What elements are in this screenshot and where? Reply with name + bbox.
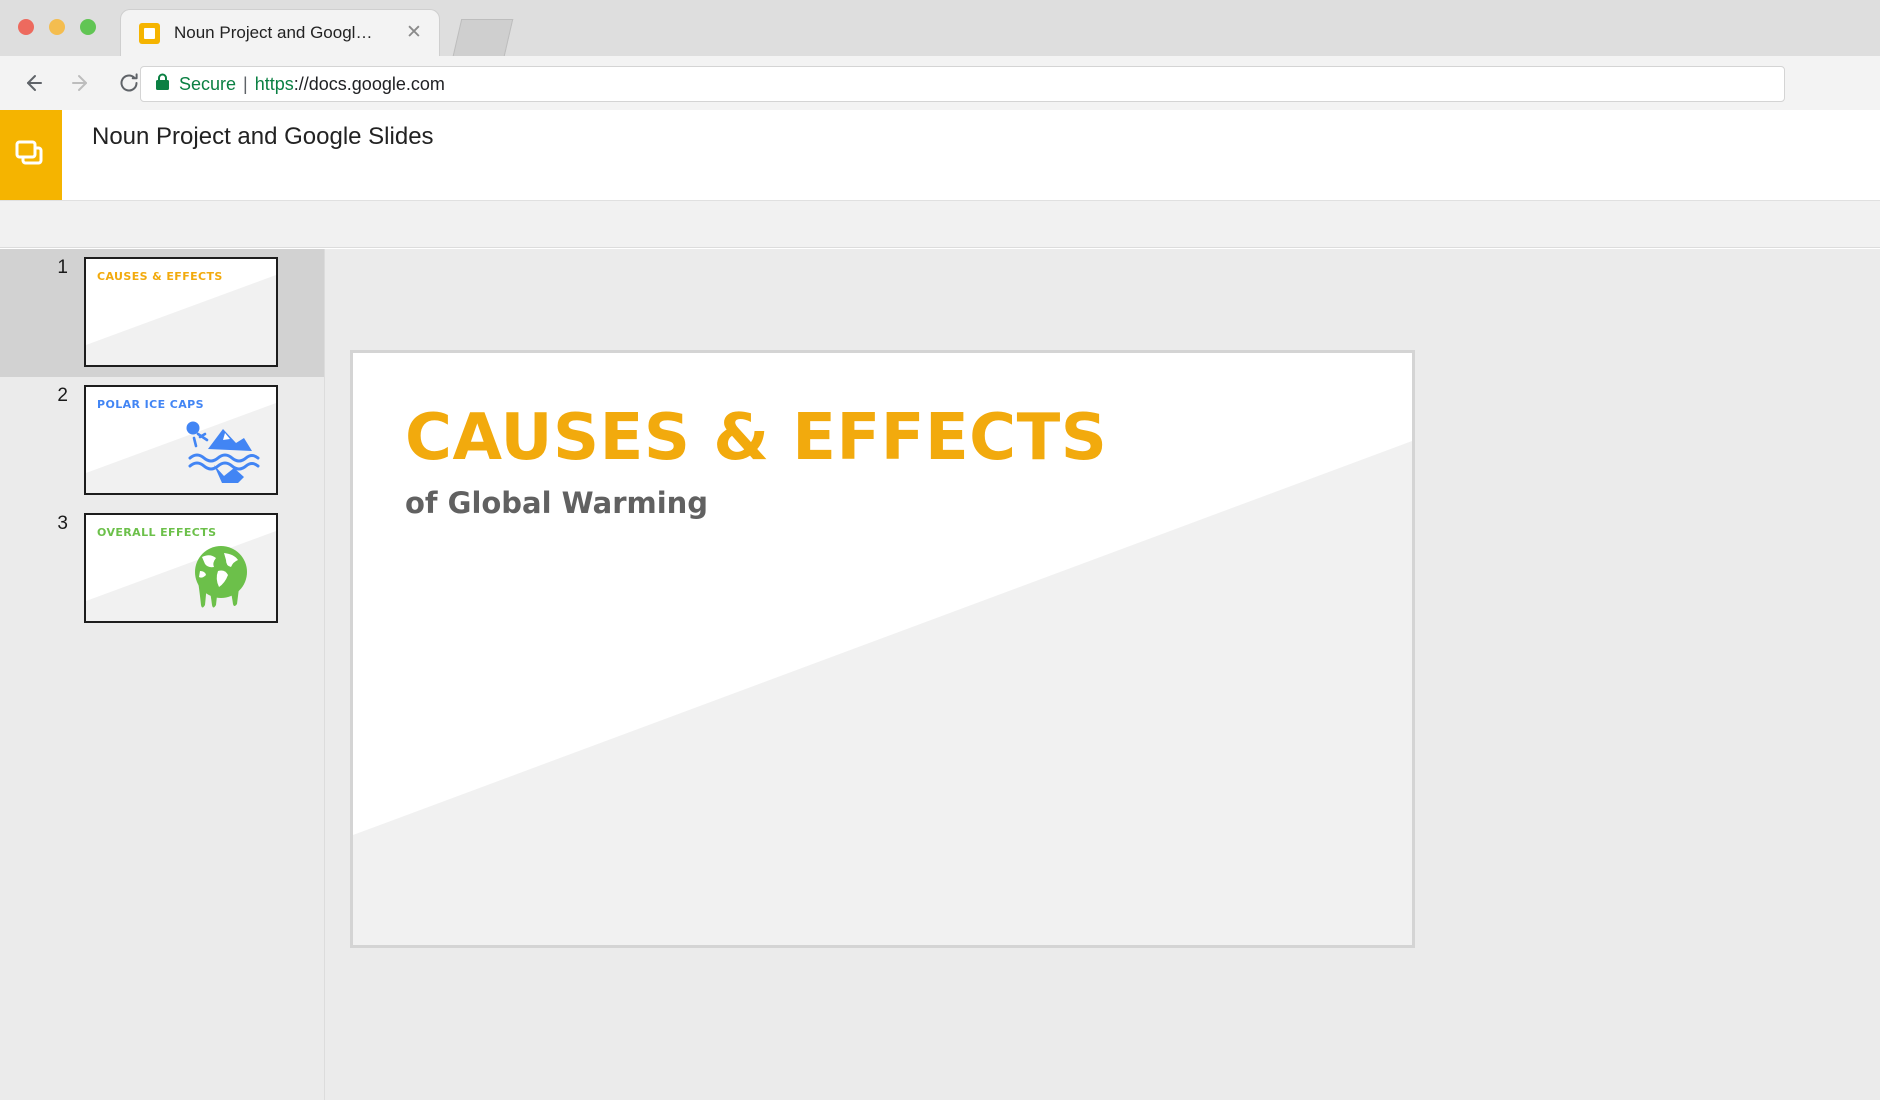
filmstrip-slide-3[interactable]: 3 OVERALL EFFECTS [0, 505, 324, 633]
minimize-window-button[interactable] [49, 19, 65, 35]
forward-button[interactable] [64, 66, 98, 100]
slide-subtitle[interactable]: of Global Warming [405, 486, 708, 520]
editor-toolbar[interactable] [0, 200, 1880, 248]
url-separator: | [243, 73, 248, 94]
slide-thumbnail[interactable]: POLAR ICE CAPS [84, 385, 278, 495]
window-controls [18, 19, 96, 35]
slide-canvas[interactable]: CAUSES & EFFECTS of Global Warming [350, 350, 1415, 948]
tab-strip: Noun Project and Google Slides ✕ [0, 0, 1880, 56]
slides-app-icon[interactable] [0, 110, 62, 200]
slide-thumbnail-title: OVERALL EFFECTS [97, 526, 217, 539]
tab-title: Noun Project and Google Slides [174, 23, 374, 42]
close-window-button[interactable] [18, 19, 34, 35]
slide-thumbnail[interactable]: CAUSES & EFFECTS [84, 257, 278, 367]
melting-globe-icon-wrapper [178, 541, 264, 613]
iceberg-icon-wrapper [178, 413, 264, 485]
browser-window: Noun Project and Google Slides ✕ [0, 0, 1880, 1100]
iceberg-icon [186, 421, 260, 483]
workspace: 1 CAUSES & EFFECTS 2 POLAR ICE CAPS 3 OVERALL… [0, 249, 1880, 1100]
slide-number: 1 [57, 257, 68, 278]
slide-thumbnail-title: POLAR ICE CAPS [97, 398, 204, 411]
maximize-window-button[interactable] [80, 19, 96, 35]
url-scheme: https [254, 73, 294, 94]
browser-tab-active[interactable]: Noun Project and Google Slides ✕ [120, 9, 440, 56]
slide-number: 3 [57, 513, 68, 534]
slide-number: 2 [57, 385, 68, 406]
melting-globe-icon [195, 546, 247, 608]
secure-label: Secure [179, 73, 237, 94]
url-host: ://docs.google.com [293, 73, 445, 94]
document-title[interactable]: Noun Project and Google Slides [92, 123, 434, 151]
slide-filmstrip: 1 CAUSES & EFFECTS 2 POLAR ICE CAPS 3 OVERALL… [0, 249, 325, 1100]
app-header: Noun Project and Google Slides [0, 110, 1880, 295]
back-button[interactable] [16, 66, 50, 100]
lock-icon [155, 73, 170, 96]
slide-thumbnail[interactable]: OVERALL EFFECTS [84, 513, 278, 623]
filmstrip-slide-2[interactable]: 2 POLAR ICE CAPS [0, 377, 324, 505]
canvas-area: CAUSES & EFFECTS of Global Warming [325, 249, 1880, 1100]
close-tab-icon[interactable]: ✕ [405, 23, 423, 42]
browser-tab-inactive[interactable] [452, 19, 514, 56]
filmstrip-slide-1[interactable]: 1 CAUSES & EFFECTS [0, 249, 324, 377]
slide-title[interactable]: CAUSES & EFFECTS [405, 401, 1107, 475]
slides-favicon [139, 22, 160, 44]
address-bar[interactable]: Secure | https ://docs.google.com [140, 66, 1785, 102]
browser-chrome: Noun Project and Google Slides ✕ [0, 0, 1880, 110]
slide-thumbnail-title: CAUSES & EFFECTS [97, 270, 223, 283]
